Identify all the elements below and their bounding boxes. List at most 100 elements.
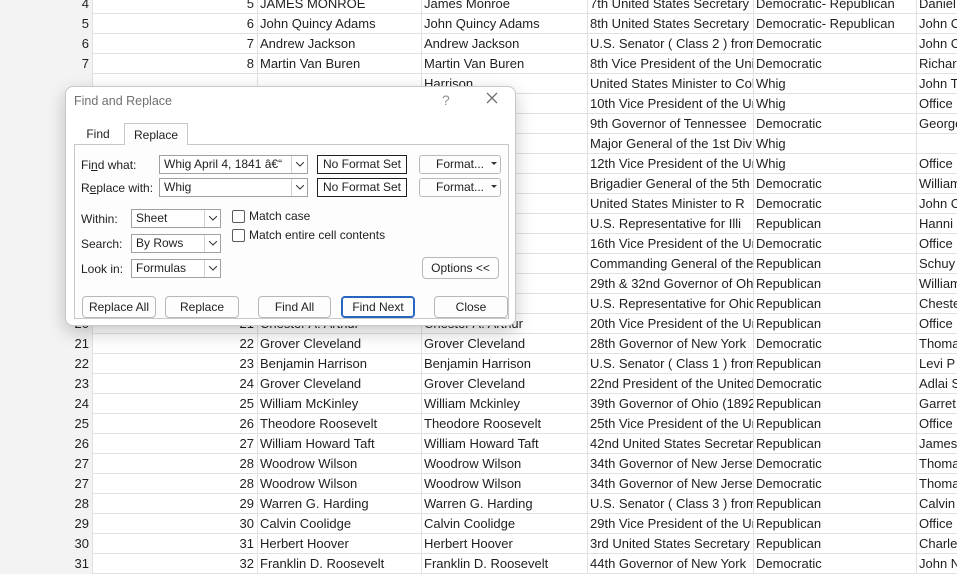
col-c-cell[interactable]: Martin Van Buren — [258, 54, 422, 74]
col-b-cell[interactable]: 23 — [93, 354, 258, 374]
col-f-cell[interactable]: Democratic — [754, 474, 917, 494]
col-f-cell[interactable]: Republican — [754, 214, 917, 234]
col-e-cell[interactable]: U.S. Representative for Illi — [588, 214, 754, 234]
options-button[interactable]: Options << — [422, 257, 499, 279]
col-f-cell[interactable]: Democratic — [754, 554, 917, 574]
close-button[interactable]: Close — [434, 296, 508, 318]
within-select[interactable]: Sheet — [131, 209, 221, 228]
col-e-cell[interactable]: 29th & 32nd Governor of Ohio — [588, 274, 754, 294]
col-g-cell[interactable]: Thomas — [917, 474, 957, 494]
col-e-cell[interactable]: 25th Vice President of the Un — [588, 414, 754, 434]
col-c-cell[interactable]: Andrew Jackson — [258, 34, 422, 54]
col-g-cell[interactable]: Office — [917, 414, 957, 434]
col-f-cell[interactable]: Democratic — [754, 234, 917, 254]
col-g-cell[interactable]: Office — [917, 234, 957, 254]
col-e-cell[interactable]: Brigadier General of the 5th — [588, 174, 754, 194]
col-c-cell[interactable]: Grover Cleveland — [258, 374, 422, 394]
col-d-cell[interactable]: John Quincy Adams — [422, 14, 588, 34]
replace-button[interactable]: Replace — [165, 296, 239, 318]
col-e-cell[interactable]: Commanding General of the — [588, 254, 754, 274]
col-f-cell[interactable]: Republican — [754, 274, 917, 294]
col-b-cell[interactable]: 24 — [93, 374, 258, 394]
col-g-cell[interactable]: John C — [917, 14, 957, 34]
col-e-cell[interactable]: 20th Vice President of the Un — [588, 314, 754, 334]
col-c-cell[interactable]: Grover Cleveland — [258, 334, 422, 354]
col-g-cell[interactable]: John C — [917, 34, 957, 54]
col-c-cell[interactable]: Benjamin Harrison — [258, 354, 422, 374]
col-c-cell[interactable]: JAMES MONROE — [258, 0, 422, 14]
col-e-cell[interactable]: 9th Governor of Tennessee — [588, 114, 754, 134]
col-d-cell[interactable]: Andrew Jackson — [422, 34, 588, 54]
col-g-cell[interactable]: Levi P — [917, 354, 957, 374]
match-case-checkbox[interactable] — [232, 210, 245, 223]
col-f-cell[interactable]: Democratic — [754, 374, 917, 394]
col-d-cell[interactable]: William Mckinley — [422, 394, 588, 414]
col-e-cell[interactable]: U.S. Representative for Ohio — [588, 294, 754, 314]
col-g-cell[interactable]: Charles — [917, 534, 957, 554]
col-f-cell[interactable]: Democratic- Republican — [754, 14, 917, 34]
find-next-button[interactable]: Find Next — [341, 296, 415, 318]
tab-find[interactable]: Find — [74, 123, 122, 145]
col-g-cell[interactable]: Richard — [917, 54, 957, 74]
col-f-cell[interactable]: Republican — [754, 354, 917, 374]
col-f-cell[interactable]: Republican — [754, 314, 917, 334]
close-icon[interactable] — [484, 90, 500, 106]
col-f-cell[interactable]: Democratic — [754, 174, 917, 194]
col-d-cell[interactable]: Grover Cleveland — [422, 334, 588, 354]
col-b-cell[interactable]: 28 — [93, 454, 258, 474]
col-e-cell[interactable]: 8th United States Secretary — [588, 14, 754, 34]
col-b-cell[interactable]: 5 — [93, 0, 258, 14]
col-g-cell[interactable]: John C — [917, 194, 957, 214]
col-b-cell[interactable]: 31 — [93, 534, 258, 554]
col-d-cell[interactable]: William Howard Taft — [422, 434, 588, 454]
col-g-cell[interactable]: Hanni — [917, 214, 957, 234]
col-c-cell[interactable]: John Quincy Adams — [258, 14, 422, 34]
col-g-cell[interactable]: Office — [917, 94, 957, 114]
col-e-cell[interactable]: U.S. Senator ( Class 3 ) from — [588, 494, 754, 514]
tab-replace[interactable]: Replace — [124, 123, 188, 146]
col-d-cell[interactable]: Woodrow Wilson — [422, 474, 588, 494]
col-e-cell[interactable]: 8th Vice President of the Uni — [588, 54, 754, 74]
col-g-cell[interactable]: Schuy — [917, 254, 957, 274]
col-c-cell[interactable]: Calvin Coolidge — [258, 514, 422, 534]
find-what-input[interactable]: Whig April 4, 1841 â€“ — [159, 155, 308, 174]
col-g-cell[interactable]: John N — [917, 554, 957, 574]
search-select[interactable]: By Rows — [131, 234, 221, 253]
col-g-cell[interactable]: Adlai S — [917, 374, 957, 394]
col-f-cell[interactable]: Republican — [754, 514, 917, 534]
col-e-cell[interactable]: 10th Vice President of the Un — [588, 94, 754, 114]
chevron-down-icon[interactable] — [204, 260, 220, 277]
col-f-cell[interactable]: Democratic — [754, 454, 917, 474]
col-b-cell[interactable]: 8 — [93, 54, 258, 74]
col-d-cell[interactable]: Theodore Roosevelt — [422, 414, 588, 434]
col-g-cell[interactable]: Daniel — [917, 0, 957, 14]
col-d-cell[interactable]: Warren G. Harding — [422, 494, 588, 514]
col-f-cell[interactable]: Republican — [754, 254, 917, 274]
col-g-cell[interactable]: Thomas — [917, 454, 957, 474]
find-format-button[interactable]: Format... — [419, 155, 501, 174]
col-g-cell[interactable]: Thomas — [917, 334, 957, 354]
col-b-cell[interactable]: 32 — [93, 554, 258, 574]
col-f-cell[interactable]: Republican — [754, 494, 917, 514]
col-b-cell[interactable]: 26 — [93, 414, 258, 434]
col-e-cell[interactable]: 29th Vice President of the Un — [588, 514, 754, 534]
col-b-cell[interactable]: 30 — [93, 514, 258, 534]
col-f-cell[interactable]: Republican — [754, 414, 917, 434]
col-d-cell[interactable]: Calvin Coolidge — [422, 514, 588, 534]
col-g-cell[interactable]: William — [917, 274, 957, 294]
col-d-cell[interactable]: James Monroe — [422, 0, 588, 14]
col-f-cell[interactable]: Whig — [754, 134, 917, 154]
chevron-down-icon[interactable] — [204, 235, 220, 252]
chevron-down-icon[interactable] — [291, 156, 307, 173]
col-g-cell[interactable] — [917, 134, 957, 154]
col-f-cell[interactable]: Republican — [754, 394, 917, 414]
col-f-cell[interactable]: Democratic — [754, 114, 917, 134]
col-e-cell[interactable]: 22nd President of the United — [588, 374, 754, 394]
col-c-cell[interactable]: Woodrow Wilson — [258, 454, 422, 474]
col-f-cell[interactable]: Whig — [754, 154, 917, 174]
col-g-cell[interactable]: Office — [917, 314, 957, 334]
col-e-cell[interactable]: 42nd United States Secretary — [588, 434, 754, 454]
col-g-cell[interactable]: James — [917, 434, 957, 454]
col-b-cell[interactable]: 7 — [93, 34, 258, 54]
col-c-cell[interactable]: William McKinley — [258, 394, 422, 414]
